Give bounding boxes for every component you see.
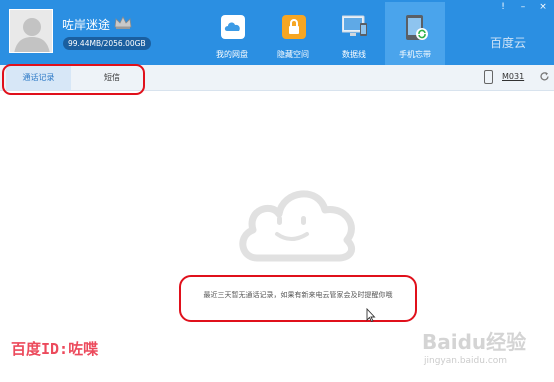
phone-device-icon [484,70,493,84]
watermark-url: jingyan.baidu.com [424,356,508,366]
close-button[interactable]: × [537,2,549,12]
nav-label: 我的网盘 [216,50,248,59]
minimize-button[interactable]: – [517,2,529,12]
phone-sync-icon [406,15,428,40]
brand-text: 百度云 [490,36,527,50]
nav-label: 数据线 [342,50,366,59]
empty-cloud-icon [239,190,355,262]
user-silhouette-icon [10,10,52,52]
nav-my-drive[interactable]: 我的网盘 [202,4,262,62]
watermark-title: Baidu经验 [422,330,527,354]
watermark-baidu-id: 百度ID:咗喋 [11,340,99,358]
annotation-highlight-tabs [2,64,145,95]
nav-data-cable[interactable]: 数据线 [324,4,384,62]
watermark-baidu-jingyan: Baidu经验 jingyan.baidu.com [408,326,548,376]
notification-icon[interactable]: ! [497,2,509,12]
nav-phone-forgotten[interactable]: 手机忘带 [385,2,445,65]
nav-label: 手机忘带 [399,50,431,59]
nav-label: 隐藏空间 [277,50,309,59]
nav-hidden-space[interactable]: 隐藏空间 [263,4,323,62]
mouse-cursor-icon [366,308,376,322]
storage-usage-badge: 99.44MB/2056.00GB [63,37,151,50]
avatar[interactable] [9,9,53,53]
annotation-highlight-message [179,275,417,322]
vip-crown-icon[interactable] [114,15,132,30]
monitor-icon [342,15,367,36]
brand-logo: 百度云 [490,34,526,51]
header-bar: 咗岸迷途 99.44MB/2056.00GB 我的网盘 隐藏空间 数据线 手机忘… [0,0,554,65]
lock-icon [282,15,306,39]
refresh-icon[interactable] [539,71,550,82]
device-name-link[interactable]: M031 [502,72,524,81]
app-window: 咗岸迷途 99.44MB/2056.00GB 我的网盘 隐藏空间 数据线 手机忘… [0,0,554,382]
username[interactable]: 咗岸迷途 [62,16,110,33]
cloud-drive-icon [221,15,245,39]
